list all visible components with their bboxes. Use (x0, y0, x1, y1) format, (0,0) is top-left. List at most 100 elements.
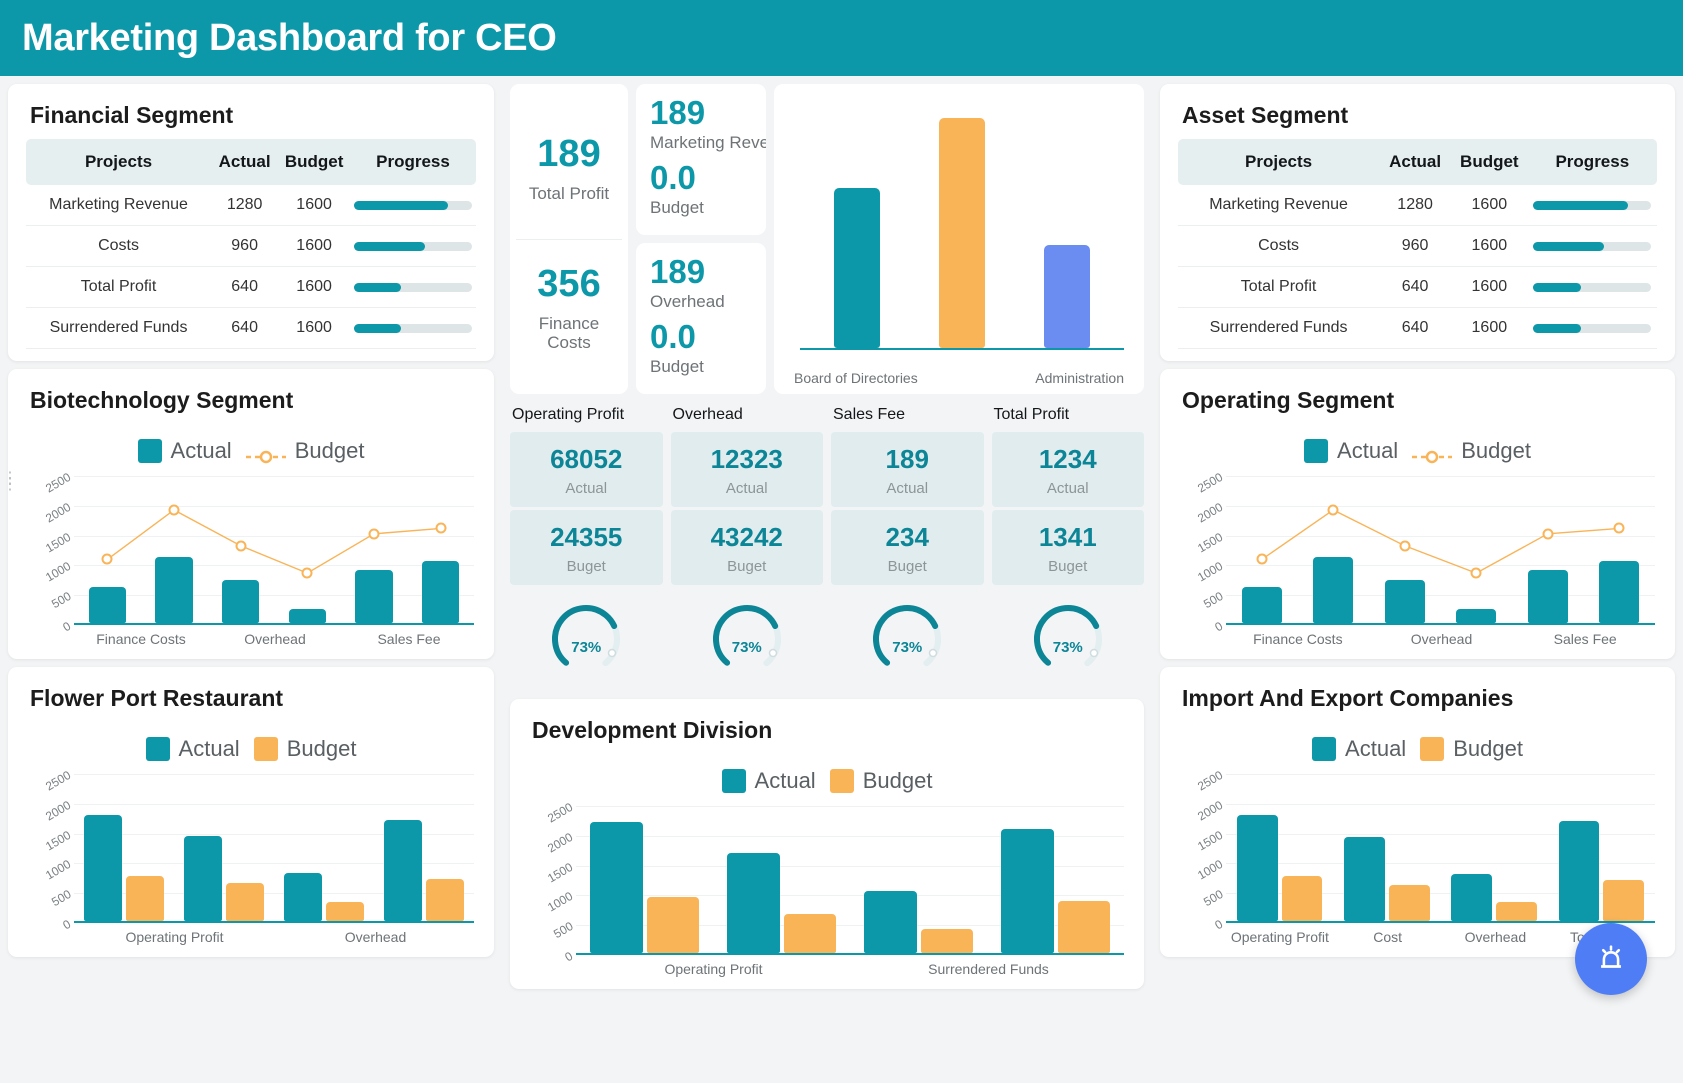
y-tick: 500 (1201, 887, 1225, 909)
progress-bar (1533, 242, 1651, 251)
y-tick: 1500 (43, 530, 73, 555)
financial-segment-card: Financial Segment Projects Actual Budget… (8, 84, 494, 361)
x-tick: Finance Costs (1226, 631, 1370, 647)
org-bar (834, 188, 880, 348)
table-row: Marketing Revenue12801600 (26, 185, 476, 226)
legend-actual: Actual (138, 438, 232, 464)
y-tick: 1500 (545, 860, 575, 885)
dashboard-grid: Financial Segment Projects Actual Budget… (0, 76, 1683, 997)
financial-segment-table: Projects Actual Budget Progress Marketin… (26, 139, 476, 349)
cell-actual: 640 (211, 267, 278, 308)
y-tick: 0 (61, 619, 74, 634)
x-tick: Overhead (208, 631, 342, 647)
y-axis: 05001000150020002500 (26, 476, 72, 625)
org-bar (939, 118, 985, 348)
budget-line (74, 476, 474, 625)
y-tick: 1500 (43, 828, 73, 853)
metric-budget-label: Buget (675, 558, 820, 575)
import-export-card: Import And Export Companies Actual Budge… (1160, 667, 1675, 957)
cell-budget: 1600 (278, 226, 350, 267)
cell-budget: 1600 (1451, 308, 1528, 349)
legend-budget: Budget (830, 768, 933, 794)
drag-handle-dots[interactable]: ⋮⋮ (2, 476, 19, 488)
legend-actual-label: Actual (171, 438, 232, 464)
cell-progress (1528, 267, 1657, 308)
y-tick: 1000 (545, 889, 575, 914)
budget-line (1226, 476, 1655, 625)
kpi-marketing-budget-value: 0.0 (650, 159, 766, 197)
kpi-row: 189 Total Profit 356 Finance Costs 189 M… (502, 76, 1152, 402)
development-xlabels: Operating ProfitSurrendered Funds (576, 961, 1126, 977)
bar-actual (1559, 821, 1600, 921)
y-tick: 2500 (1195, 470, 1225, 495)
kpi-marketing-revenue-value: 189 (650, 94, 766, 132)
development-plot: 05001000150020002500 (528, 806, 1126, 955)
x-tick: Operating Profit (1226, 929, 1334, 945)
y-tick: 1500 (1195, 828, 1225, 853)
import-export-plot: 05001000150020002500 (1178, 774, 1657, 923)
financial-segment-title: Financial Segment (30, 102, 476, 129)
y-tick: 2000 (43, 798, 73, 823)
alarm-icon (1594, 941, 1628, 978)
legend-budget-swatch (1420, 737, 1444, 761)
table-row: Total Profit6401600 (26, 267, 476, 308)
metric-actual-box: 1234Actual (992, 432, 1145, 507)
col-progress: Progress (1528, 139, 1657, 185)
table-row: Surrendered Funds6401600 (26, 308, 476, 349)
metric-actual-value: 189 (835, 444, 980, 475)
gauge-cell: 73% (510, 599, 663, 677)
flower-port-title: Flower Port Restaurant (30, 685, 476, 712)
x-tick: Operating Profit (576, 961, 851, 977)
baseline (74, 921, 474, 923)
cell-budget: 1600 (278, 267, 350, 308)
cell-progress (1528, 226, 1657, 267)
gauge-cell: 73% (831, 599, 984, 677)
financial-segment-body: Marketing Revenue12801600Costs9601600Tot… (26, 185, 476, 349)
operating-segment-title: Operating Segment (1182, 387, 1657, 414)
bar-group (850, 806, 987, 953)
metric-tile: Operating Profit68052Actual24355Buget (510, 402, 663, 585)
org-bar-slot (804, 104, 909, 348)
metric-budget-value: 234 (835, 522, 980, 553)
cell-actual: 640 (1379, 267, 1451, 308)
col-progress: Progress (350, 139, 476, 185)
y-tick: 0 (563, 949, 576, 964)
bar-group (274, 774, 374, 921)
metric-actual-box: 68052Actual (510, 432, 663, 507)
plot-area (1226, 476, 1655, 625)
flower-port-card: Flower Port Restaurant Actual Budget 050… (8, 667, 494, 957)
y-tick: 1000 (1195, 857, 1225, 882)
legend-budget: Budget (1412, 438, 1531, 464)
bar-group (1333, 774, 1440, 921)
development-legend: Actual Budget (528, 768, 1126, 794)
gauge-cell: 73% (671, 599, 824, 677)
cell-actual: 1280 (211, 185, 278, 226)
bar-budget (126, 876, 164, 921)
bar-group (1226, 774, 1333, 921)
plot-area (74, 774, 474, 923)
legend-actual-swatch (146, 737, 170, 761)
cell-progress (350, 185, 476, 226)
metric-actual-box: 189 Actual (831, 432, 984, 507)
metric-actual-label: Actual (675, 480, 820, 497)
bar-group (713, 806, 850, 953)
y-tick: 2500 (545, 800, 575, 825)
metric-tile: Total Profit1234Actual1341Buget (992, 402, 1145, 585)
progress-bar (1533, 283, 1651, 292)
kpi-finance-costs-label: Finance Costs (516, 314, 622, 353)
metric-budget-value: 1341 (996, 522, 1141, 553)
baseline (1226, 921, 1655, 923)
kpi-total-profit-value: 189 (537, 135, 600, 175)
y-axis: 05001000150020002500 (26, 774, 72, 923)
legend-budget-line-icon (1412, 444, 1452, 458)
gauge: 73% (1026, 599, 1110, 677)
alarm-fab-button[interactable] (1575, 923, 1647, 995)
cell-budget: 1600 (278, 185, 350, 226)
metric-actual-label: Actual (835, 480, 980, 497)
col-projects: Projects (26, 139, 211, 185)
bar-group (576, 806, 713, 953)
kpi-marketing-budget-label: Budget (650, 198, 766, 218)
col-budget: Budget (1451, 139, 1528, 185)
x-tick: Sales Fee (342, 631, 476, 647)
cell-project: Costs (1178, 226, 1379, 267)
